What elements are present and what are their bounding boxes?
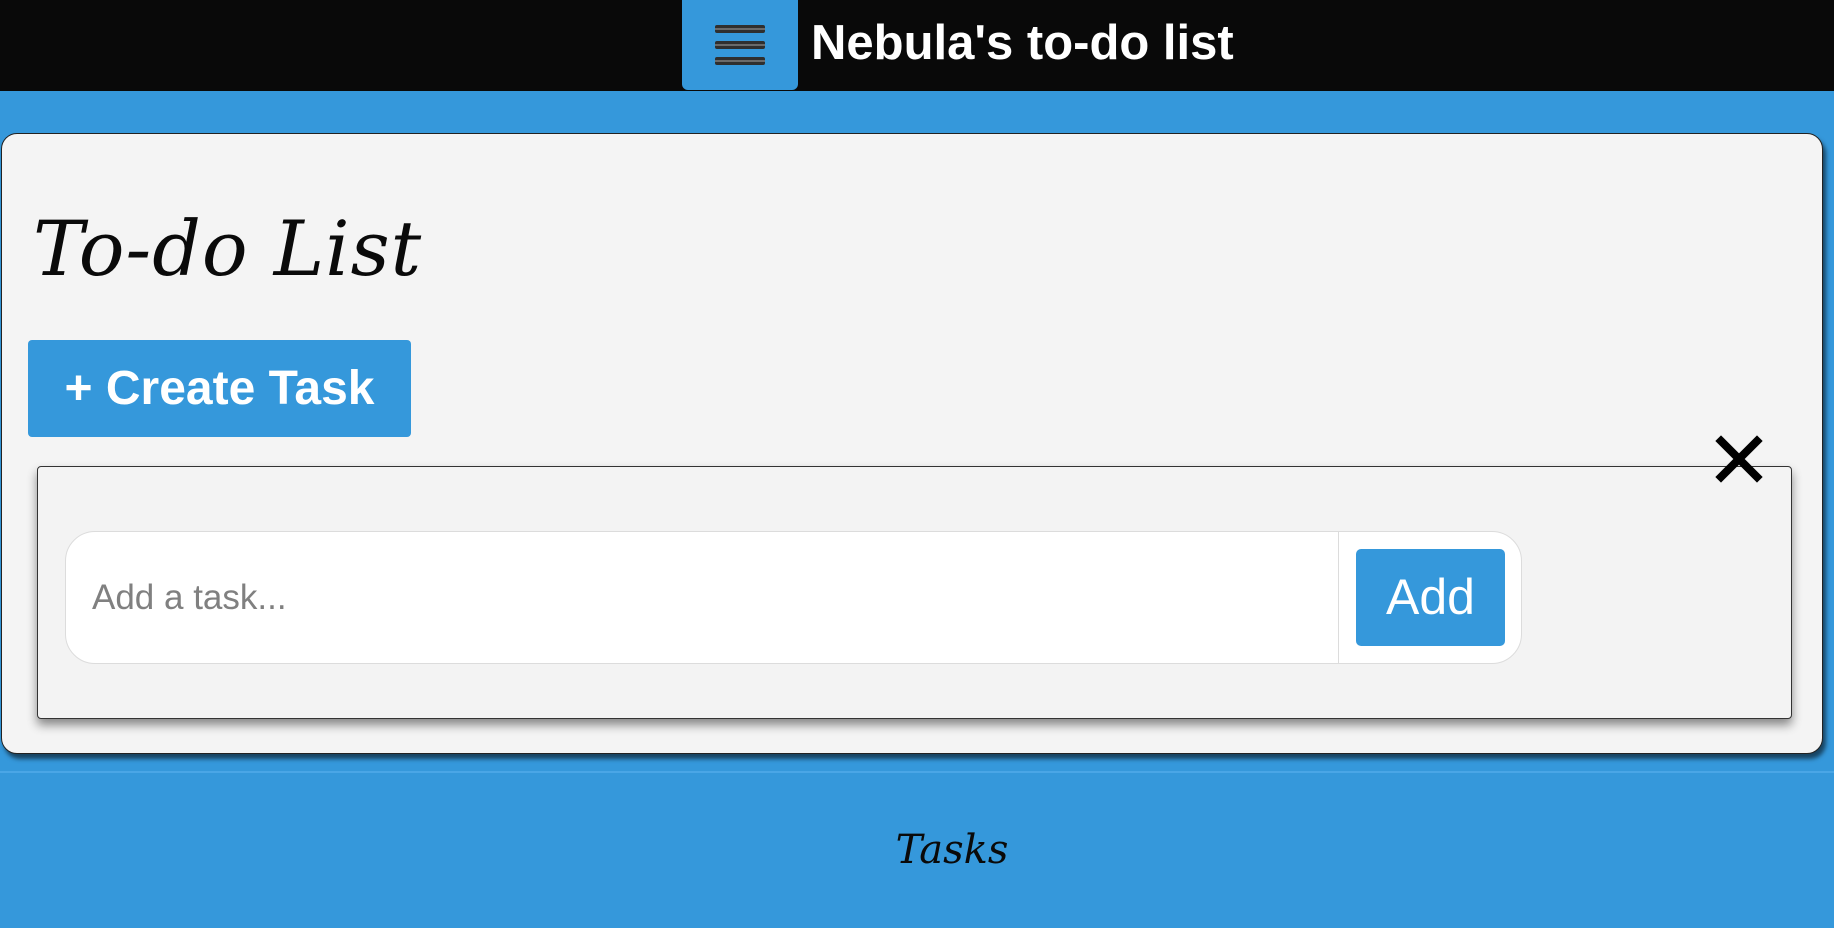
task-input[interactable]	[66, 532, 1336, 663]
page-title: To-do List	[33, 204, 423, 293]
task-input-group: Add	[65, 531, 1522, 664]
add-task-button[interactable]: Add	[1356, 549, 1505, 646]
close-modal-button[interactable]	[1712, 432, 1766, 486]
menu-button[interactable]	[682, 0, 798, 90]
top-bar: Nebula's to-do list	[0, 0, 1834, 91]
footer-divider	[0, 771, 1834, 773]
todo-card: To-do List + Create Task Add	[1, 133, 1823, 754]
add-task-modal: Add	[37, 466, 1792, 719]
hamburger-menu-icon	[715, 23, 765, 67]
close-icon	[1712, 432, 1766, 486]
app-title: Nebula's to-do list	[811, 16, 1234, 70]
tasks-section-label: Tasks	[895, 827, 1009, 873]
input-divider	[1338, 532, 1339, 663]
create-task-button[interactable]: + Create Task	[28, 340, 411, 437]
